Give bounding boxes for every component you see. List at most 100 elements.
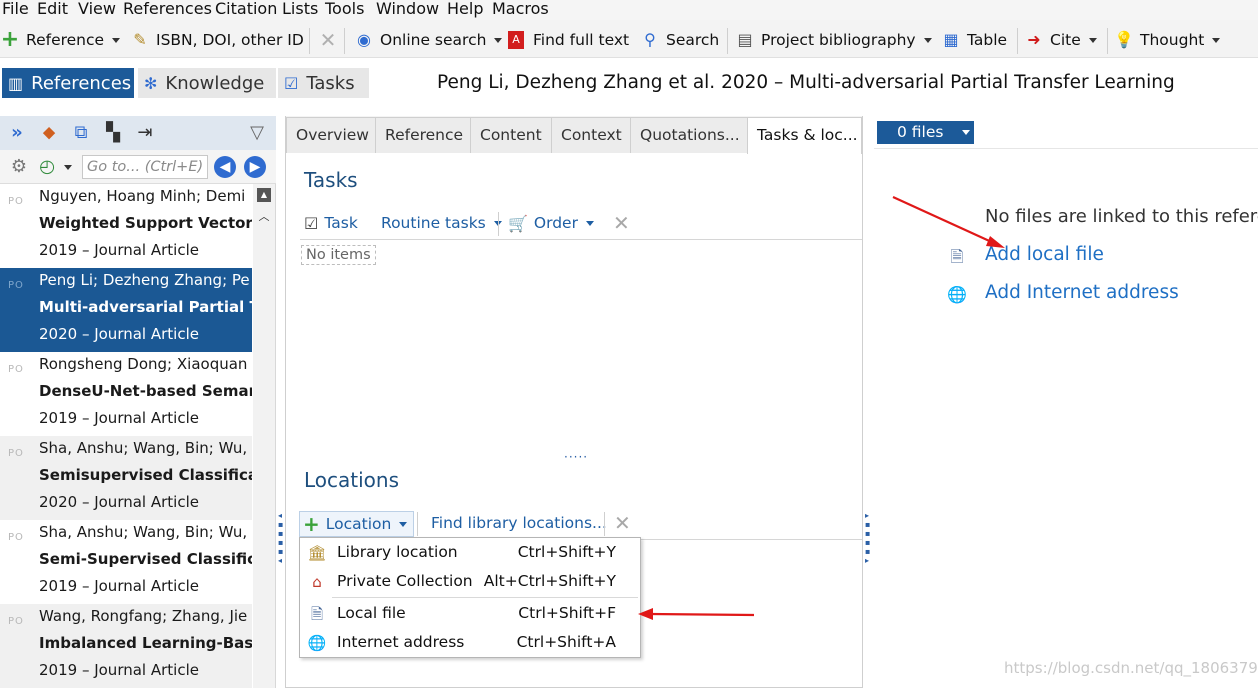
scroll-top-icon[interactable]: ▲: [257, 188, 271, 202]
menu-help[interactable]: Help: [447, 0, 483, 18]
scroll-up-icon[interactable]: ︿: [257, 208, 271, 223]
menu-item-shortcut: Alt+Ctrl+Shift+Y: [483, 572, 616, 590]
reference-item[interactable]: PO Rongsheng Dong; Xiaoquan DenseU-Net-b…: [0, 352, 252, 436]
chevron-down-icon[interactable]: [1088, 37, 1097, 43]
order-button[interactable]: 🛒 Order: [508, 211, 594, 235]
menu-edit[interactable]: Edit: [37, 0, 68, 18]
locations-heading: Locations: [304, 468, 400, 492]
left-splitter[interactable]: ◂ ▪ ▪ ▪ ▪ ◂: [277, 116, 285, 688]
menu-item-library-location[interactable]: 🏛 Library location Ctrl+Shift+Y: [300, 539, 640, 567]
reference-item[interactable]: PO Wang, Rongfang; Zhang, Jie Imbalanced…: [0, 604, 252, 688]
chevron-down-icon[interactable]: [923, 37, 932, 43]
toolbar-separator: [309, 28, 310, 54]
location-label: Location: [325, 515, 392, 533]
table-button[interactable]: ▦ Table: [941, 28, 1007, 52]
find-library-label: Find library locations...: [431, 514, 607, 532]
menu-view[interactable]: View: [78, 0, 116, 18]
routine-tasks-button[interactable]: Routine tasks: [381, 211, 502, 235]
home-collection-icon: ⌂: [312, 573, 322, 591]
search-button[interactable]: ⚲ Search: [640, 28, 719, 52]
add-local-file-link[interactable]: Add local file: [985, 244, 1104, 265]
chevron-down-icon[interactable]: [1212, 37, 1221, 43]
reference-list-pane: » ⬥ ⧉ ▚ ⇥ ▽ ⚙ ◴ Go to... (Ctrl+E) ◀ ▶ PO…: [0, 116, 276, 688]
filter-icon[interactable]: ▽: [246, 122, 268, 144]
menu-macros[interactable]: Macros: [492, 0, 549, 18]
reference-list-scrollbar[interactable]: ▲ ︿: [253, 184, 275, 688]
lightbulb-icon: 💡: [1114, 30, 1134, 49]
delete-task-icon[interactable]: ✕: [613, 211, 630, 235]
menu-lists[interactable]: Lists: [282, 0, 318, 18]
files-dropdown-button[interactable]: 0 files: [877, 121, 974, 144]
menu-file[interactable]: File: [2, 0, 29, 18]
toolbar-separator: [498, 212, 499, 236]
read-status-icon: PO: [8, 532, 24, 543]
delete-button[interactable]: ✕: [318, 28, 344, 52]
reference-item-selected[interactable]: PO Peng Li; Dezheng Zhang; Pe Multi-adve…: [0, 268, 252, 352]
reference-item[interactable]: PO Sha, Anshu; Wang, Bin; Wu, Semi-Super…: [0, 520, 252, 604]
books-icon: ▥: [8, 73, 24, 93]
grid-view-icon[interactable]: ▚: [102, 122, 124, 144]
menu-references[interactable]: References: [123, 0, 212, 18]
project-bibliography-button[interactable]: ▤ Project bibliography: [735, 28, 932, 52]
menu-item-local-file[interactable]: 🗎 Local file Ctrl+Shift+F: [300, 600, 640, 628]
copy-reference-icon[interactable]: ⧉: [70, 122, 92, 144]
menu-window[interactable]: Window: [376, 0, 439, 18]
reference-item[interactable]: PO Sha, Anshu; Wang, Bin; Wu, Semisuperv…: [0, 436, 252, 520]
tab-reference[interactable]: Reference: [375, 117, 474, 153]
chevron-down-icon[interactable]: [112, 37, 121, 43]
main-toolbar: + Reference ✎ ISBN, DOI, other ID ✕ ◉ On…: [0, 20, 1258, 58]
reference-meta: 2020 – Journal Article: [39, 325, 199, 343]
forward-arrow-icon[interactable]: ▶: [244, 156, 266, 178]
menu-citation[interactable]: Citation: [215, 0, 277, 18]
magic-wand-icon: ✎: [133, 30, 147, 49]
toolbar-separator: [344, 28, 345, 54]
delete-location-icon[interactable]: ✕: [614, 511, 631, 535]
tab-context[interactable]: Context: [551, 117, 632, 153]
mode-knowledge-tab[interactable]: ✻ Knowledge: [138, 68, 276, 98]
gear-icon[interactable]: ⚙: [8, 156, 30, 178]
back-arrow-icon[interactable]: ◀: [214, 156, 236, 178]
cite-button[interactable]: ➜ Cite: [1024, 28, 1097, 52]
tab-tasks-locations[interactable]: Tasks & loc...: [747, 117, 862, 154]
toolbar-separator: [1107, 28, 1108, 54]
tag-icon[interactable]: ⬥: [38, 122, 60, 144]
attachments-pane: 0 files No files are linked to this refe…: [874, 116, 1258, 688]
splitter-grip-icon: ◂ ▪ ▪ ▪ ▪ ◂: [278, 511, 284, 565]
pdf-icon: A: [508, 31, 524, 49]
chevron-down-icon[interactable]: [64, 165, 72, 170]
menu-item-private-collection[interactable]: ⌂ Private Collection Alt+Ctrl+Shift+Y: [300, 568, 640, 596]
table-label: Table: [967, 31, 1008, 49]
tab-quotations[interactable]: Quotations...: [630, 117, 750, 153]
isbn-doi-button[interactable]: ✎ ISBN, DOI, other ID: [130, 28, 303, 52]
menu-item-internet-address[interactable]: 🌐 Internet address Ctrl+Shift+A: [300, 629, 640, 657]
find-full-text-button[interactable]: A Find full text: [508, 28, 629, 52]
add-internet-address-link[interactable]: Add Internet address: [985, 282, 1179, 303]
history-icon[interactable]: ◴: [36, 156, 58, 178]
read-status-icon: PO: [8, 196, 24, 207]
location-button[interactable]: + Location: [299, 511, 415, 537]
export-icon[interactable]: ⇥: [134, 122, 156, 144]
reference-item[interactable]: PO Nguyen, Hoang Minh; Demi Weighted Sup…: [0, 184, 252, 268]
find-library-locations-button[interactable]: Find library locations...: [431, 511, 607, 535]
reference-title: Semisupervised Classificatio: [39, 466, 252, 484]
right-splitter[interactable]: ▸ ▪ ▪ ▪ ▪ ▸: [864, 116, 872, 688]
library-icon: 🏛: [307, 544, 327, 562]
add-task-button[interactable]: ☑ Task: [304, 211, 358, 235]
tab-overview[interactable]: Overview: [286, 117, 379, 153]
mode-tasks-tab[interactable]: ☑ Tasks: [278, 68, 369, 98]
goto-input[interactable]: Go to... (Ctrl+E): [82, 155, 208, 179]
collapse-chevrons-icon[interactable]: »: [6, 122, 28, 144]
online-search-label: Online search: [380, 31, 487, 49]
chevron-down-icon[interactable]: [494, 37, 503, 43]
no-files-message: No files are linked to this referen: [985, 206, 1258, 227]
online-search-button[interactable]: ◉ Online search: [354, 28, 503, 52]
pane-resize-grip[interactable]: ·····: [564, 450, 588, 464]
thought-button[interactable]: 💡 Thought: [1114, 28, 1221, 52]
reference-authors: Nguyen, Hoang Minh; Demi: [39, 187, 246, 205]
menu-tools[interactable]: Tools: [325, 0, 364, 18]
mode-references-tab[interactable]: ▥ References: [2, 68, 134, 98]
tab-content[interactable]: Content: [470, 117, 552, 153]
divider: [300, 239, 862, 240]
reference-button[interactable]: + Reference: [0, 28, 121, 52]
internet-address-icon: 🌐: [947, 285, 967, 304]
